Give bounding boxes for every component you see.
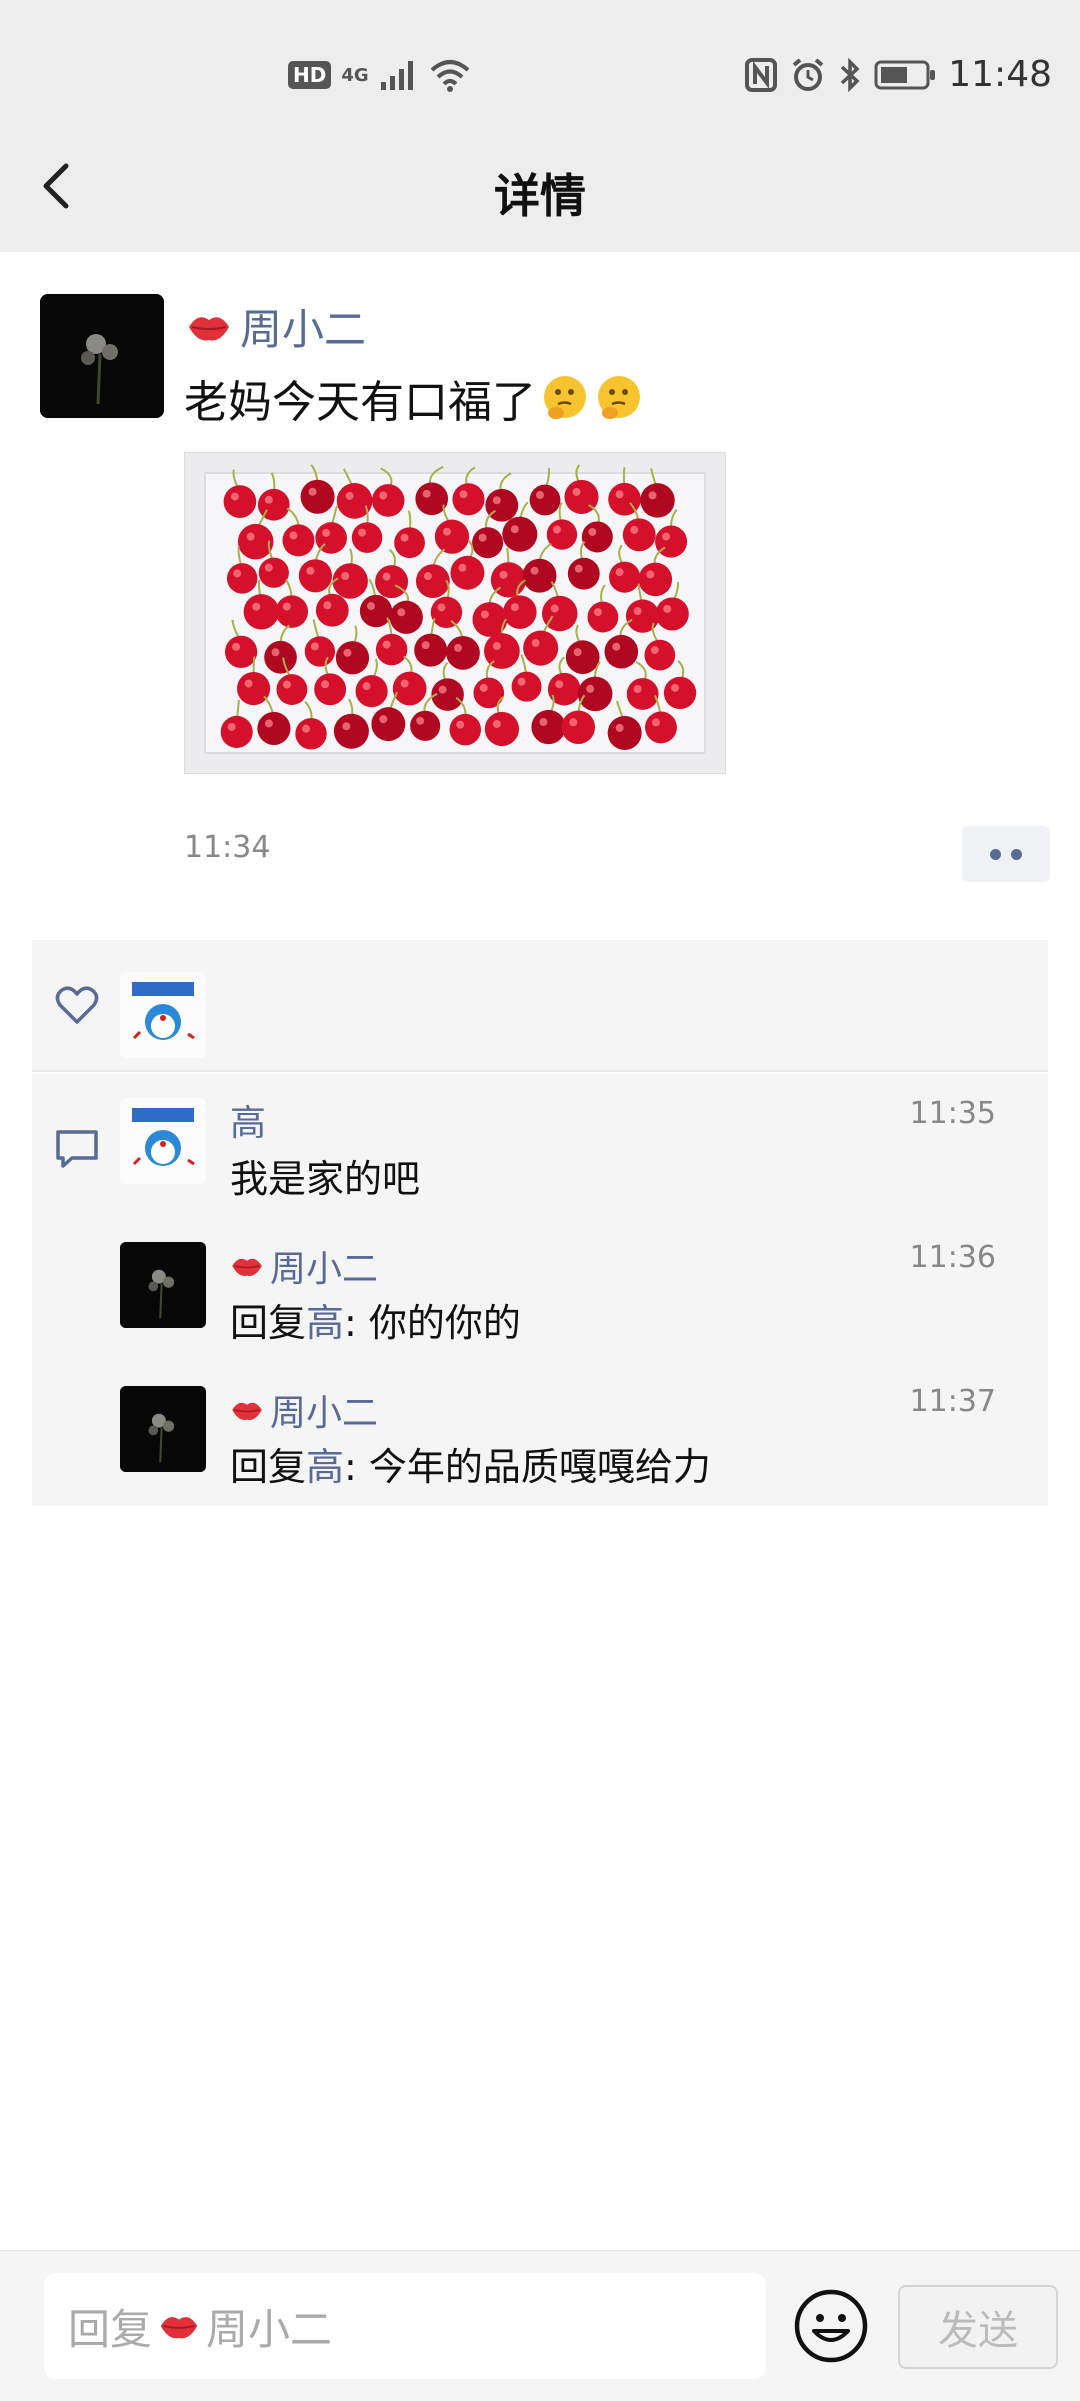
flower-avatar-image [120, 1386, 206, 1472]
author-avatar[interactable] [40, 294, 164, 418]
heart-icon [55, 986, 99, 1024]
cherries-image [185, 453, 725, 773]
post-image[interactable] [184, 452, 726, 774]
flower-avatar-image [40, 294, 164, 418]
reply-to-name[interactable]: 高 [306, 1445, 344, 1489]
comment-time: 11:36 [909, 1240, 996, 1275]
comment-time: 11:35 [909, 1096, 996, 1131]
liker-avatar[interactable] [120, 972, 206, 1058]
reply-to-name[interactable]: 高 [306, 1301, 344, 1345]
nfc-icon [745, 57, 778, 92]
comment-text[interactable]: 回复高: 你的你的 [230, 1292, 521, 1347]
more-dots-icon [1011, 848, 1022, 860]
thinking-face-icon [598, 376, 640, 419]
doraemon-avatar [120, 1098, 206, 1184]
thinking-face-icon [544, 376, 586, 419]
reply-text: 你的你的 [368, 1301, 521, 1345]
flower-avatar-image [120, 1242, 206, 1328]
lips-icon [160, 2317, 198, 2339]
doraemon-avatar [120, 972, 206, 1058]
page-title: 详情 [494, 169, 586, 223]
reply-prefix: 回复 [230, 1301, 307, 1345]
reply-prefix: 回复 [230, 1445, 307, 1489]
comment-author-label: 周小二 [270, 1249, 379, 1290]
bluetooth-icon [841, 57, 860, 92]
reply-separator: : [344, 1445, 369, 1489]
comment-author[interactable]: 周小二 [230, 1384, 378, 1436]
post-text-label: 老妈今天有口福了 [184, 377, 536, 428]
comment-icon [56, 1130, 98, 1168]
comment-text[interactable]: 我是家的吧 [230, 1148, 420, 1203]
lips-icon [189, 316, 229, 340]
alarm-icon [792, 57, 824, 91]
comment-time: 11:37 [909, 1384, 996, 1419]
status-time: 11:48 [948, 54, 1052, 95]
comment-text[interactable]: 回复高: 今年的品质嘎嘎给力 [230, 1436, 711, 1491]
comments-panel: 高 11:35 我是家的吧 周小二 11:36 回复高: 你的你的 周小二 11… [32, 1074, 1048, 1506]
wifi-icon [430, 60, 469, 92]
smiley-icon[interactable] [792, 2287, 870, 2365]
network-type: 4G [341, 64, 369, 86]
reply-input[interactable]: 回复 周小二 [44, 2273, 766, 2379]
comment-author[interactable]: 高 [230, 1094, 266, 1146]
header-bar: 详情 [0, 120, 1080, 252]
send-button[interactable]: 发送 [898, 2285, 1058, 2369]
battery-icon [874, 60, 936, 89]
likes-panel [32, 940, 1048, 1072]
post-text: 老妈今天有口福了 [184, 366, 644, 430]
reply-bar: 回复 周小二 发送 [0, 2250, 1080, 2401]
commenter-avatar[interactable] [120, 1242, 206, 1328]
reply-placeholder-name: 周小二 [206, 2304, 333, 2354]
more-button[interactable] [962, 826, 1050, 882]
more-dots-icon [990, 848, 1001, 860]
reply-separator: : [344, 1301, 369, 1345]
reply-placeholder-prefix: 回复 [68, 2304, 153, 2354]
status-left: HD 4G [288, 58, 471, 92]
signal-icon [380, 61, 413, 90]
post-time: 11:34 [184, 830, 271, 865]
status-right: 11:48 [744, 54, 1052, 95]
hd-badge: HD [288, 61, 332, 89]
post-author-name[interactable]: 周小二 [186, 296, 366, 357]
post-author-label: 周小二 [240, 305, 367, 354]
comment-author-label: 周小二 [270, 1393, 379, 1434]
reply-text: 今年的品质嘎嘎给力 [368, 1445, 711, 1489]
lips-icon [232, 1258, 262, 1276]
commenter-avatar[interactable] [120, 1098, 206, 1184]
lips-icon [232, 1402, 262, 1420]
comment-author-label: 高 [230, 1103, 267, 1144]
comment-author[interactable]: 周小二 [230, 1240, 378, 1292]
commenter-avatar[interactable] [120, 1386, 206, 1472]
